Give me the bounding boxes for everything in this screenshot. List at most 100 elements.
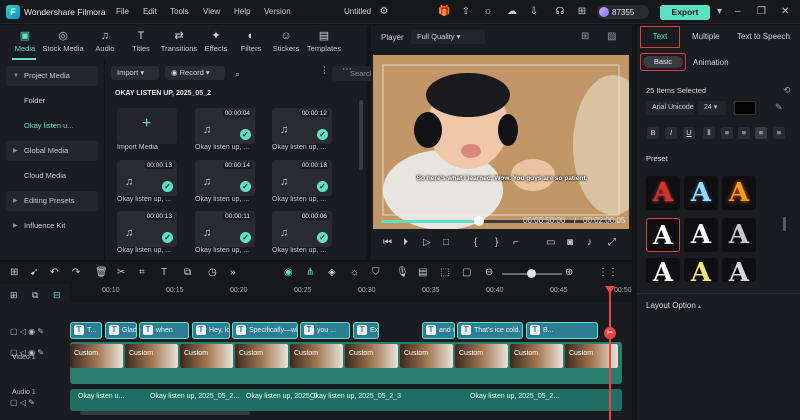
undo-icon[interactable]: ↶ (50, 267, 58, 278)
grid-layout-icon[interactable]: ⋮⋮ (598, 267, 618, 278)
captions-icon[interactable]: ▤ (418, 267, 427, 278)
layout-icon[interactable]: ⊞ (10, 267, 18, 278)
video-clip-thumb[interactable]: Custom (70, 344, 123, 368)
text-tool-icon[interactable]: T (161, 267, 167, 278)
sidebar-item-global-media[interactable]: ▶ Global Media (6, 141, 98, 161)
menu-edit[interactable]: Edit (143, 7, 157, 16)
text-clip[interactable]: TGlad to... (105, 322, 137, 339)
video-preview[interactable]: So here's what I learned. Wow. You guys … (373, 55, 629, 229)
gift-icon[interactable]: 🎁 (438, 6, 450, 18)
mic-icon[interactable]: 🎙 (396, 267, 409, 278)
render-icon[interactable]: ⬚ (440, 267, 449, 278)
menu-version[interactable]: Version (264, 7, 291, 16)
text-clip[interactable]: Tand walked ... (422, 322, 455, 339)
video-clip-thumb[interactable]: Custom (180, 344, 233, 368)
tab-filters[interactable]: ◐ Filters (233, 25, 269, 60)
duplicate-icon[interactable]: ⧉ (184, 267, 191, 278)
align-right-button[interactable]: ≡ (755, 127, 767, 139)
marker-icon[interactable]: ◈ (328, 267, 336, 278)
tab-stickers[interactable]: ☺ Stickers (268, 25, 304, 60)
media-thumb[interactable]: 00:00:12 ♫ ✓ (272, 108, 332, 144)
tab-multiple[interactable]: Multiple (692, 25, 720, 49)
upload-icon[interactable]: ⇧ (460, 6, 472, 18)
tab-effects[interactable]: ✦ Effects (198, 25, 234, 60)
monitor-icon[interactable]: ▭ (546, 237, 555, 248)
media-scrollbar[interactable] (359, 100, 363, 170)
tab-media[interactable]: ▣ Media (7, 25, 43, 60)
video-clip-thumb[interactable]: Custom (125, 344, 178, 368)
split-icon[interactable]: ✂ (117, 267, 125, 278)
preset-white[interactable]: A (684, 218, 718, 252)
preview-icon[interactable]: ▢ (462, 267, 471, 278)
media-thumb[interactable]: 00:00:11 ♫ ✓ (195, 211, 255, 247)
preset-scrollbar[interactable] (783, 217, 786, 231)
sidebar-item-cloud-media[interactable]: Cloud Media (6, 166, 98, 186)
tab-audio[interactable]: ♫ Audio (87, 25, 123, 60)
tab-transitions[interactable]: ⇄ Transitions (158, 25, 200, 60)
align-center-button[interactable]: ≡ (738, 127, 750, 139)
play-icon[interactable]: ▷ (423, 237, 431, 248)
subtab-basic[interactable]: Basic (640, 53, 686, 71)
split-marker-icon[interactable]: ✂ (604, 327, 616, 339)
video-clip-thumb[interactable]: Custom (345, 344, 398, 368)
timeline-scrollbar[interactable] (80, 411, 250, 415)
media-thumb[interactable]: 00:00:06 ♫ ✓ (272, 211, 332, 247)
time-ruler[interactable]: 00:10 00:15 00:20 00:25 00:30 00:35 00:40 00:45… (70, 284, 632, 302)
preset-grey[interactable]: A (722, 258, 756, 282)
more-icon[interactable]: ⋯ (342, 64, 352, 75)
video-clip-thumb[interactable]: Custom (510, 344, 563, 368)
grid-icon[interactable]: ⊞ (576, 6, 588, 18)
video-track[interactable]: Custom Custom Custom Custom Custom Custom Cust… (70, 342, 622, 384)
menu-tools[interactable]: Tools (170, 7, 189, 16)
media-thumb[interactable]: 00:00:13 ♫ ✓ (117, 211, 177, 247)
sidebar-item-project-media[interactable]: ▼ Project Media (6, 66, 98, 86)
sun-icon[interactable]: ☼ (350, 267, 359, 278)
menu-help[interactable]: Help (234, 7, 250, 16)
shield-icon[interactable]: ⛉ (372, 267, 380, 278)
preset-striped[interactable]: A (722, 218, 756, 252)
redo-icon[interactable]: ↷ (72, 267, 80, 278)
volume-icon[interactable]: ♪ (587, 237, 592, 248)
mark-out-icon[interactable]: } (495, 237, 498, 248)
magnet-icon[interactable]: ⋔ (306, 267, 314, 278)
close-icon[interactable]: ✕ (781, 6, 789, 17)
cloud-icon[interactable]: ☁ (506, 6, 518, 18)
video-clip-thumb[interactable]: Custom (235, 344, 288, 368)
zoom-out-icon[interactable]: ⊖ (485, 267, 493, 278)
snapshot-icon[interactable]: ▨ (607, 31, 616, 42)
select-tool-icon[interactable]: ➹ (30, 267, 38, 278)
speed-icon[interactable]: ◷ (208, 267, 217, 278)
color-swatch[interactable] (734, 101, 756, 115)
ai-icon[interactable]: ◉ (284, 267, 293, 278)
audio-track-controls[interactable]: ▢ ◁ ✎ (10, 398, 35, 407)
import-media-tile[interactable]: + (117, 108, 177, 144)
menu-view[interactable]: View (203, 7, 220, 16)
subtitle-text[interactable]: So here's what I learned. Wow. You guys … (407, 175, 597, 182)
delete-icon[interactable]: 🗑 (95, 267, 108, 278)
align-left-button[interactable]: ≡ (721, 127, 733, 139)
previous-frame-icon[interactable]: ⏮ (383, 237, 392, 248)
scrubber-handle[interactable] (474, 216, 484, 226)
download-icon[interactable]: ⇩ (528, 6, 540, 18)
eyedropper-icon[interactable]: ✎ (775, 102, 783, 113)
mark-in-icon[interactable]: { (474, 237, 477, 248)
tab-titles[interactable]: T Titles (123, 25, 159, 60)
status-icon[interactable]: ⚙ (378, 6, 390, 18)
minimize-icon[interactable]: – (735, 6, 741, 17)
link-icon[interactable]: ⧉ (32, 290, 38, 301)
tab-text[interactable]: Text (640, 26, 680, 48)
tab-text-to-speech[interactable]: Text to Speech (737, 25, 800, 49)
tab-stock-media[interactable]: ◎ Stock Media (41, 25, 85, 60)
preset-outline-selected[interactable]: A (646, 218, 680, 252)
text-clip[interactable]: THey, love wait... (192, 322, 230, 339)
preset-yellow[interactable]: A (684, 258, 718, 282)
media-thumb[interactable]: 00:00:13 ♫ ✓ (117, 160, 177, 196)
zoom-slider-handle[interactable] (527, 269, 536, 278)
chevron-down-icon[interactable]: ▾ (717, 6, 722, 17)
font-size-dropdown[interactable]: 24 ▾ (698, 101, 726, 115)
sidebar-item-editing-presets[interactable]: ▶ Editing Presets (6, 191, 98, 211)
text-clip[interactable]: T T... (70, 322, 102, 339)
maximize-icon[interactable]: ❐ (757, 6, 766, 17)
add-track-icon[interactable]: ⊞ (10, 290, 18, 301)
playhead[interactable] (609, 287, 611, 420)
